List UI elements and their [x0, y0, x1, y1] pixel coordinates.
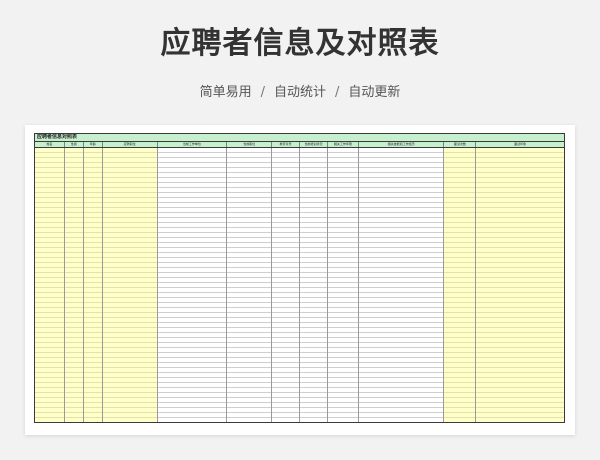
tagline-item-auto-update: 自动更新: [348, 85, 401, 100]
table-column: [227, 148, 273, 422]
column-header: 性别: [65, 142, 84, 147]
table-column: [300, 148, 328, 422]
column-header: 应聘职位: [103, 142, 158, 147]
column-header: 姓名: [35, 142, 65, 147]
column-header: 教育背景: [272, 142, 301, 147]
column-header: 当前职位: [227, 142, 273, 147]
column-header: 年龄: [84, 142, 103, 147]
table-column: [327, 148, 359, 422]
table-column: [83, 148, 103, 422]
table-column: [444, 148, 477, 422]
tagline-item-easy: 简单易用: [199, 85, 252, 100]
tagline: 简单易用 / 自动统计 / 自动更新: [0, 84, 600, 102]
column-header: 面试次数: [444, 142, 477, 147]
column-header: 相关工作年限: [328, 142, 359, 147]
table-column: [157, 148, 228, 422]
column-header: 当前工作单位: [158, 142, 228, 147]
applicant-table: 应聘者信息对照表 姓名 性别 年龄 应聘职位 当前工作单位 当前职位 教育背景 当前培训状况相…: [34, 133, 565, 423]
page-title: 应聘者信息及对照表: [160, 26, 440, 61]
table-column: [272, 148, 301, 422]
table-column: [64, 148, 84, 422]
tagline-item-auto-stats: 自动统计: [273, 85, 326, 100]
table-column: [358, 148, 445, 422]
table-column: [35, 148, 65, 422]
tagline-separator: /: [260, 85, 265, 100]
table-column: [476, 148, 564, 422]
column-header: 相关技能和工作经历: [359, 142, 445, 147]
tagline-separator: /: [335, 85, 340, 100]
spreadsheet-preview: 应聘者信息对照表 姓名 性别 年龄 应聘职位 当前工作单位 当前职位 教育背景 当前培训状况相…: [25, 125, 575, 435]
column-header: 当前培训状况: [300, 142, 328, 147]
table-body: [35, 148, 564, 422]
table-column: [102, 148, 158, 422]
column-header: 面试印象: [514, 142, 527, 146]
sheet-caption: 应聘者信息对照表: [35, 134, 564, 142]
